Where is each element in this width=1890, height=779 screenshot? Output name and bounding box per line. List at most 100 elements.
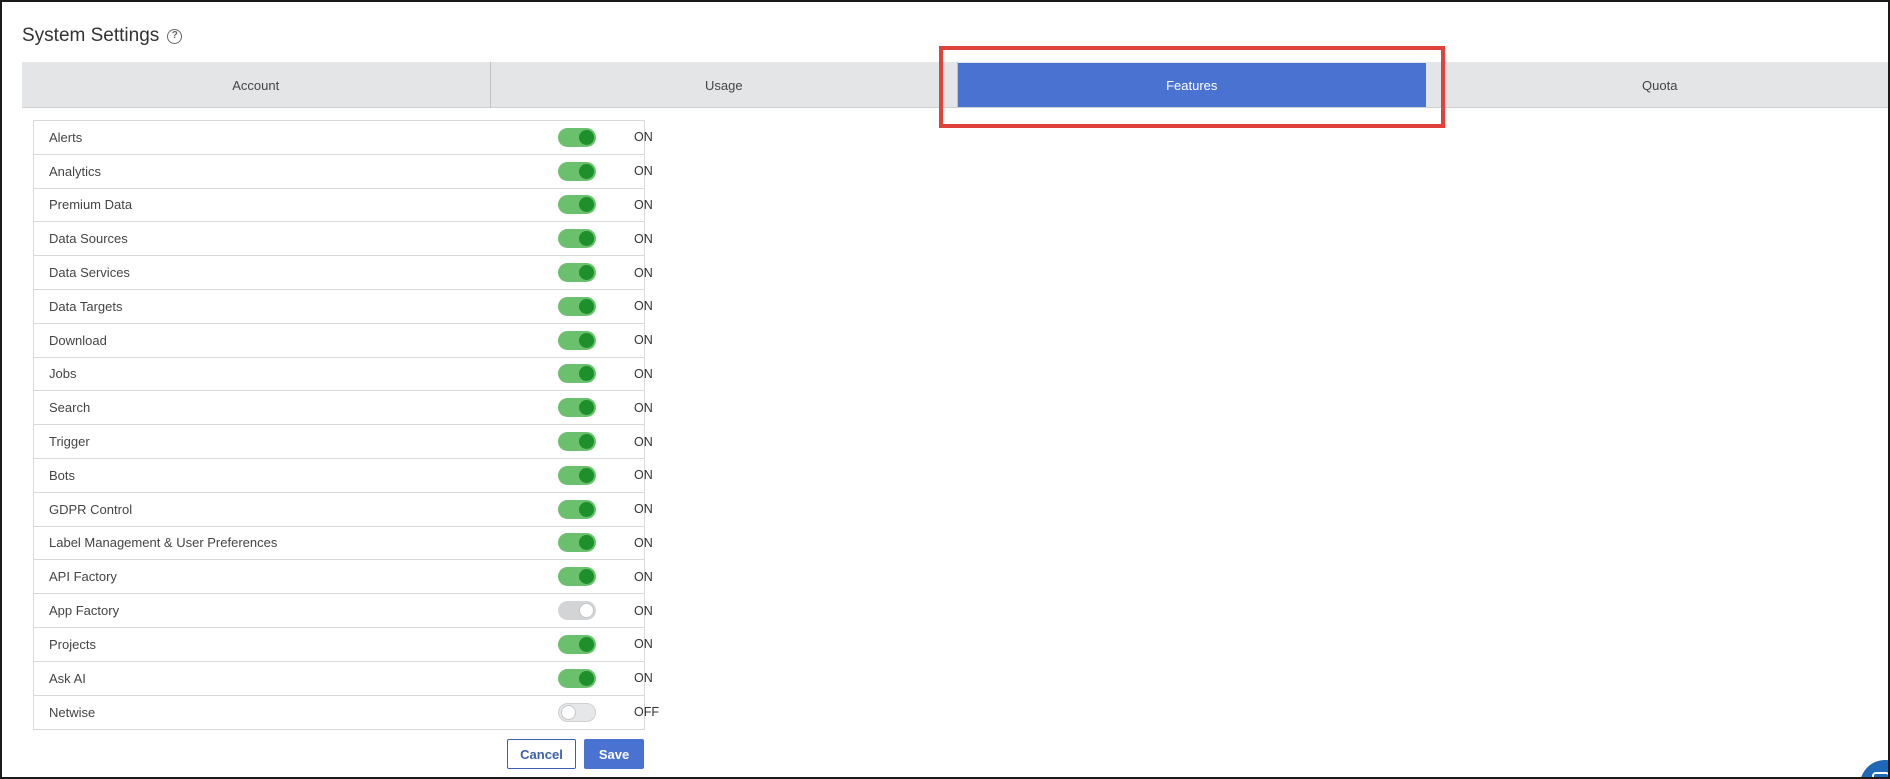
feature-toggle-switch[interactable] — [558, 296, 596, 316]
feature-row: Bots ON — [34, 459, 653, 493]
toggle-knob — [579, 434, 594, 450]
feature-label: Data Targets — [49, 298, 123, 314]
feature-state-label: ON — [634, 299, 653, 314]
tab-account[interactable]: Account — [22, 62, 491, 108]
feature-row: Data Services ON — [34, 256, 653, 290]
feature-label: Bots — [49, 467, 76, 483]
feature-toggle-switch[interactable] — [558, 499, 596, 519]
feature-row: Data Sources ON — [34, 222, 653, 257]
save-button[interactable]: Save — [584, 739, 644, 769]
feature-row: Data Targets ON — [34, 290, 653, 324]
feature-row: Jobs ON — [34, 358, 653, 392]
toggle-knob — [579, 603, 594, 619]
feature-toggle-switch[interactable] — [558, 432, 596, 452]
feature-toggle-switch[interactable] — [558, 668, 596, 688]
feature-label: Search — [49, 400, 91, 416]
feature-toggle-switch[interactable] — [558, 127, 596, 147]
app-window: System Settings ? Account Usage Features… — [0, 0, 1890, 779]
feature-state-label: ON — [634, 366, 653, 381]
features-list: Alerts ON Analytics ON Premium Data ON Data So… — [33, 120, 659, 730]
feature-state-label: ON — [634, 637, 653, 652]
toggle-knob — [579, 265, 594, 281]
toggle-knob — [579, 670, 594, 686]
feature-row: GDPR Control ON — [34, 493, 653, 527]
feature-toggle-switch[interactable] — [558, 533, 596, 553]
feature-toggle-switch[interactable] — [558, 634, 596, 654]
feature-state-label: ON — [634, 468, 653, 483]
feature-toggle-switch[interactable] — [558, 364, 596, 384]
feature-label: Projects — [49, 636, 96, 652]
toggle-knob — [579, 467, 594, 483]
toggle-knob — [579, 569, 594, 585]
feature-toggle-switch[interactable] — [558, 263, 596, 283]
toggle-knob — [579, 163, 594, 179]
toggle-knob — [579, 129, 594, 145]
toggle-knob — [579, 298, 594, 314]
feature-state-label: ON — [634, 333, 653, 348]
feature-toggle-switch[interactable] — [558, 229, 596, 249]
feature-state-label: ON — [634, 400, 653, 415]
feature-label: Download — [49, 332, 107, 348]
feature-row: Alerts ON — [34, 121, 653, 155]
feature-row: Trigger ON — [34, 425, 653, 459]
feature-row: API Factory ON — [34, 560, 653, 595]
feature-label: Jobs — [49, 366, 77, 382]
toggle-knob — [579, 197, 594, 213]
feature-state-label: ON — [634, 231, 653, 246]
feature-label: Analytics — [49, 163, 102, 179]
feature-row: Projects ON — [34, 628, 653, 662]
feature-state-label: ON — [634, 671, 653, 686]
toggle-knob — [579, 231, 594, 247]
toggle-knob — [579, 535, 594, 551]
feature-state-label: ON — [634, 164, 653, 179]
feature-label: GDPR Control — [49, 501, 133, 517]
toggle-knob — [579, 332, 594, 348]
feature-toggle-switch[interactable] — [558, 601, 596, 621]
feature-state-label: ON — [634, 265, 653, 280]
toggle-knob — [579, 400, 594, 416]
tab-quota[interactable]: Quota — [1426, 62, 1888, 108]
feature-toggle-switch[interactable] — [558, 567, 596, 587]
toggle-knob — [579, 636, 594, 652]
feature-row: Ask AI ON — [34, 662, 653, 696]
feature-toggle-switch[interactable] — [558, 161, 596, 181]
feature-toggle-switch[interactable] — [558, 398, 596, 418]
feature-row: App Factory ON — [34, 594, 653, 628]
feature-state-label: ON — [634, 434, 653, 449]
form-actions: Cancel Save — [507, 739, 644, 769]
feature-label: Alerts — [49, 129, 83, 145]
feature-state-label: ON — [634, 569, 653, 584]
feature-row: Label Management & User Preferences ON — [34, 527, 653, 561]
feature-label: Trigger — [49, 434, 90, 450]
feature-state-label: ON — [634, 130, 653, 145]
settings-tabs: Account Usage Features Quota — [22, 62, 1888, 108]
feature-row: Netwise OFF — [34, 696, 659, 730]
feature-state-label: ON — [634, 197, 653, 212]
feature-label: API Factory — [49, 569, 117, 585]
feature-row: Premium Data ON — [34, 189, 653, 223]
feature-state-label: ON — [634, 603, 653, 618]
page-title: System Settings — [22, 25, 160, 46]
feature-state-label: OFF — [634, 705, 659, 720]
feature-toggle-switch[interactable] — [558, 330, 596, 350]
feature-state-label: ON — [634, 535, 653, 550]
feature-toggle-switch[interactable] — [558, 195, 596, 215]
feature-state-label: ON — [634, 502, 653, 517]
toggle-knob — [579, 366, 594, 382]
page-header: System Settings ? — [22, 22, 183, 50]
feature-toggle-switch[interactable] — [558, 465, 596, 485]
feature-row: Analytics ON — [34, 155, 653, 189]
feature-label: Label Management & User Preferences — [49, 535, 278, 551]
chat-icon[interactable] — [1860, 760, 1888, 777]
feature-row: Search ON — [34, 391, 653, 426]
tab-features[interactable]: Features — [958, 63, 1426, 107]
feature-label: Ask AI — [49, 670, 86, 686]
cancel-button[interactable]: Cancel — [507, 739, 576, 769]
tab-usage[interactable]: Usage — [491, 62, 959, 108]
toggle-knob — [579, 501, 594, 517]
feature-toggle-switch[interactable] — [558, 702, 596, 722]
help-circle-icon[interactable]: ? — [167, 28, 183, 44]
feature-label: Premium Data — [49, 197, 133, 213]
feature-label: Data Services — [49, 265, 130, 281]
feature-label: App Factory — [49, 603, 120, 619]
